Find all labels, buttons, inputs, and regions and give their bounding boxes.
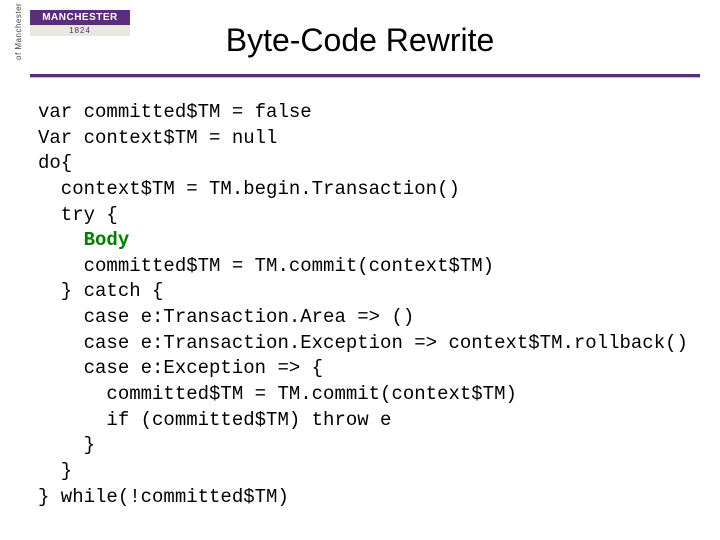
code-line: } (38, 434, 95, 456)
code-line: context$TM = TM.begin.Transaction() (38, 178, 460, 200)
code-line: case e:Transaction.Exception => context$… (38, 332, 688, 354)
code-line: } catch { (38, 280, 163, 302)
code-line: } (38, 460, 72, 482)
code-line: try { (38, 204, 118, 226)
code-line: case e:Exception => { (38, 357, 323, 379)
code-block: var committed$TM = false Var context$TM … (38, 100, 690, 510)
code-line: if (committed$TM) throw e (38, 409, 391, 431)
code-line: var committed$TM = false (38, 101, 312, 123)
code-line: } while(!committed$TM) (38, 486, 289, 508)
code-line-body: Body (38, 229, 129, 251)
title-underline (30, 74, 700, 77)
slide: of Manchester The University MANCHESTER … (0, 0, 720, 540)
code-line: Var context$TM = null (38, 127, 277, 149)
code-line: committed$TM = TM.commit(context$TM) (38, 255, 494, 277)
code-line: case e:Transaction.Area => () (38, 306, 414, 328)
code-line: committed$TM = TM.commit(context$TM) (38, 383, 517, 405)
slide-title: Byte-Code Rewrite (0, 22, 720, 59)
code-line: do{ (38, 152, 72, 174)
